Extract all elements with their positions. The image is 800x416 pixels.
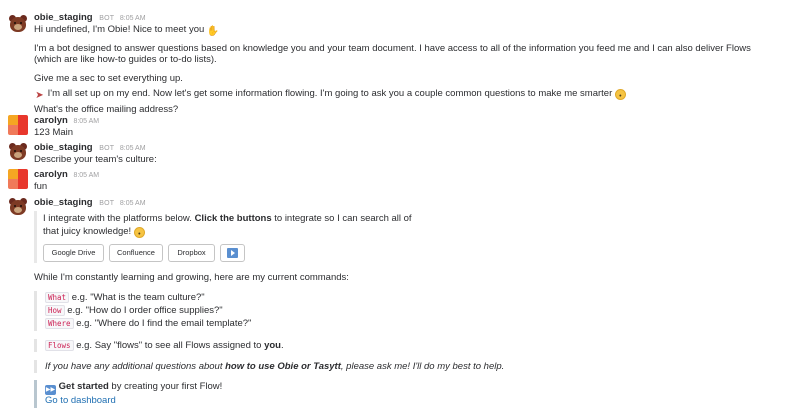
- bear-avatar-icon: [8, 142, 28, 162]
- flows-command: Flows e.g. Say "flows" to see all Flows …: [45, 340, 284, 351]
- message-obie-intro: obie_staging BOT 8:05 AM Hi undefined, I…: [0, 8, 800, 115]
- message-obie-integrations: obie_staging BOT 8:05 AM I integrate wit…: [0, 195, 800, 411]
- bot-tag: BOT: [99, 15, 115, 22]
- message-obie-culture: obie_staging BOT 8:05 AM Describe your t…: [0, 140, 800, 166]
- attachment-text: I integrate with the platforms below. Cl…: [43, 213, 412, 224]
- user-avatar[interactable]: [8, 169, 28, 189]
- tiles-avatar-icon: [8, 169, 28, 189]
- confluence-button[interactable]: Confluence: [109, 244, 163, 262]
- command-item: How e.g. "How do I order office supplies…: [45, 305, 223, 316]
- integrations-attachment: I integrate with the platforms below. Cl…: [34, 211, 434, 263]
- bot-avatar[interactable]: [8, 142, 28, 162]
- fast-forward-icon: ▶▶: [45, 385, 56, 395]
- command-item: What e.g. "What is the team culture?": [45, 292, 205, 303]
- message-text: I'm a bot designed to answer questions b…: [34, 43, 751, 65]
- get-started-attachment: ▶▶ Get started by creating your first Fl…: [34, 380, 294, 408]
- timestamp[interactable]: 8:05 AM: [120, 200, 146, 207]
- play-button[interactable]: [220, 244, 245, 262]
- message-text: Describe your team's culture:: [34, 154, 157, 165]
- bot-tag: BOT: [99, 145, 115, 152]
- attachment-text: that juicy knowledge!: [43, 226, 145, 238]
- sender-name[interactable]: obie_staging: [34, 197, 93, 208]
- commands-attachment: What e.g. "What is the team culture?" Ho…: [34, 291, 294, 331]
- get-started-text: ▶▶ Get started by creating your first Fl…: [45, 381, 223, 395]
- dropbox-button[interactable]: Dropbox: [168, 244, 215, 262]
- timestamp[interactable]: 8:05 AM: [120, 145, 146, 152]
- sender-name[interactable]: carolyn: [34, 115, 68, 126]
- sender-name[interactable]: obie_staging: [34, 142, 93, 153]
- user-avatar[interactable]: [8, 115, 28, 135]
- timestamp[interactable]: 8:05 AM: [120, 15, 146, 22]
- message-carolyn-culture: carolyn 8:05 AM fun: [0, 167, 800, 193]
- waving-hand-icon: ✋: [206, 26, 220, 37]
- timestamp[interactable]: 8:05 AM: [73, 172, 99, 179]
- message-text: 123 Main: [34, 127, 74, 138]
- commands-intro-text: While I'm constantly learning and growin…: [34, 272, 349, 283]
- google-drive-button[interactable]: Google Drive: [43, 244, 104, 262]
- sender-name[interactable]: carolyn: [34, 169, 68, 180]
- message-carolyn-address: carolyn 8:05 AM 123 Main: [0, 113, 800, 139]
- tiles-avatar-icon: [8, 115, 28, 135]
- flows-attachment: Flows e.g. Say "flows" to see all Flows …: [34, 339, 294, 352]
- sender-name[interactable]: obie_staging: [34, 12, 93, 23]
- command-keyword: How: [45, 305, 65, 316]
- sunglasses-emoji-icon: [614, 89, 626, 100]
- timestamp[interactable]: 8:05 AM: [73, 118, 99, 125]
- message-text: fun: [34, 181, 48, 192]
- sunglasses-emoji-icon: [133, 227, 145, 238]
- bot-avatar[interactable]: [8, 14, 28, 34]
- help-text: If you have any additional questions abo…: [45, 361, 505, 372]
- command-keyword: What: [45, 292, 70, 303]
- rocket-icon: ➤: [35, 90, 44, 101]
- play-button-icon: [227, 248, 238, 258]
- bear-avatar-icon: [8, 197, 28, 217]
- dashboard-link[interactable]: Go to dashboard: [45, 395, 116, 406]
- help-attachment: If you have any additional questions abo…: [34, 360, 504, 373]
- bot-avatar[interactable]: [8, 197, 28, 217]
- message-text: ➤ I'm all set up on my end. Now let's ge…: [34, 88, 626, 101]
- bear-avatar-icon: [8, 14, 28, 34]
- bot-tag: BOT: [99, 200, 115, 207]
- command-keyword: Flows: [45, 340, 74, 351]
- message-text: Give me a sec to set everything up.: [34, 73, 183, 84]
- command-keyword: Where: [45, 318, 74, 329]
- command-item: Where e.g. "Where do I find the email te…: [45, 318, 251, 329]
- message-text: Hi undefined, I'm Obie! Nice to meet you…: [34, 24, 220, 37]
